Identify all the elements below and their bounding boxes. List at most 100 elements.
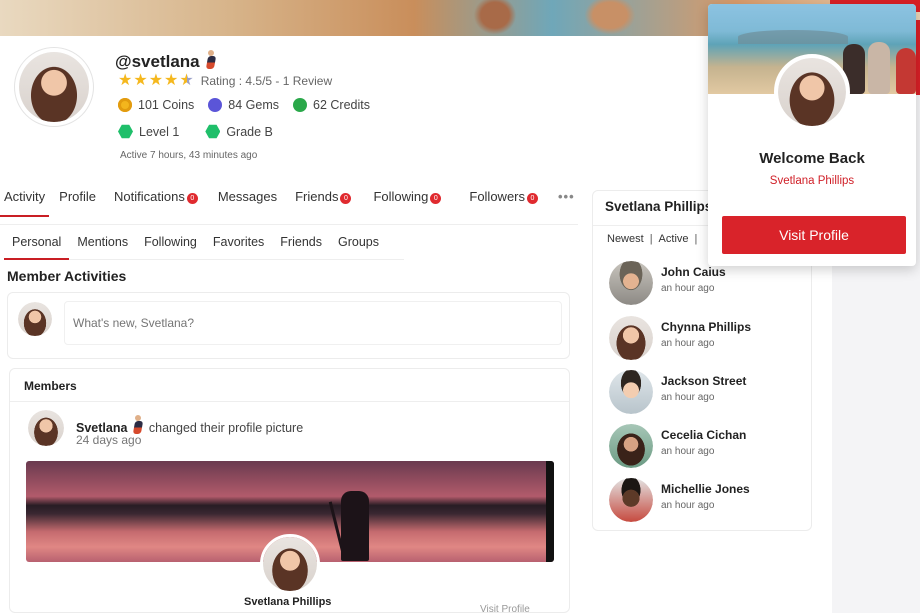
friend-name: Jackson Street: [661, 374, 747, 388]
golfer-emoji-icon: [131, 415, 145, 435]
whats-new-input[interactable]: [64, 301, 562, 345]
friend-avatar: [609, 261, 653, 305]
stat-coins: 101 Coins: [118, 98, 194, 112]
tab-following[interactable]: Following 0: [369, 187, 445, 217]
feed-card-visit-link[interactable]: Visit Profile: [480, 604, 530, 612]
stat-label: 84 Gems: [228, 98, 280, 112]
popup-user-name[interactable]: Svetlana Phillips: [708, 175, 916, 187]
avatar-image: [609, 316, 653, 360]
feed-card-avatar[interactable]: [260, 534, 320, 594]
last-active: Active 7 hours, 43 minutes ago: [120, 150, 258, 161]
feed-activity-text: Svetlana changed their profile picture: [76, 415, 303, 435]
more-tabs-icon[interactable]: •••: [554, 187, 579, 217]
cover-figure: [896, 48, 916, 94]
star-icon: ★: [164, 72, 179, 89]
tab-activity[interactable]: Activity: [0, 187, 50, 217]
filter-newest[interactable]: Newest: [607, 233, 644, 245]
profile-levels: Level 1 Grade B: [118, 124, 273, 139]
tab-notifications[interactable]: Notifications 0: [110, 187, 202, 217]
following-badge: 0: [430, 193, 442, 204]
grade-icon: [205, 124, 221, 139]
avatar-image: [609, 478, 653, 522]
profile-username: @svetlana: [115, 50, 218, 72]
followers-badge: 0: [527, 193, 538, 204]
popup-avatar: [774, 54, 850, 130]
star-icon: ★: [133, 72, 148, 89]
cover-figure: [868, 42, 890, 94]
photo-silhouette: [341, 491, 369, 561]
feed-action: changed their profile picture: [148, 421, 304, 435]
card-divider: [10, 401, 569, 402]
tab-friends[interactable]: Friends 0: [291, 187, 355, 217]
stat-credits: 62 Credits: [293, 98, 370, 112]
star-icon: ★: [148, 72, 164, 89]
subtab-mentions[interactable]: Mentions: [69, 225, 136, 260]
friend-time: an hour ago: [661, 338, 715, 349]
friend-time: an hour ago: [661, 392, 715, 403]
members-title: Members: [24, 379, 77, 393]
stat-label: 101 Coins: [138, 98, 195, 112]
friend-avatar: [609, 478, 653, 522]
tab-label: Following: [373, 189, 429, 204]
avatar-image: [28, 410, 64, 446]
feed-card-name: Svetlana Phillips: [244, 596, 332, 608]
subtab-personal[interactable]: Personal: [4, 225, 70, 260]
friend-avatar: [609, 424, 653, 468]
cover-island: [738, 30, 848, 44]
tab-label: Followers: [469, 189, 525, 204]
friend-item[interactable]: Chynna Phillips an hour ago: [609, 316, 799, 360]
filter-active[interactable]: Active: [659, 233, 689, 245]
profile-tabs: Activity Profile Notifications 0 Messages…: [0, 187, 590, 217]
credit-icon: [293, 98, 308, 112]
tab-label: Profile: [59, 189, 97, 204]
friend-name: John Caius: [661, 265, 726, 279]
cover-figure: [580, 0, 640, 38]
friend-item[interactable]: John Caius an hour ago: [609, 261, 799, 305]
tab-label: Activity: [4, 189, 46, 204]
composer-avatar: [18, 302, 52, 336]
tab-label: Notifications: [114, 189, 185, 204]
photo-edge: [546, 461, 554, 562]
rating-stars: ★ ★ ★ ★ ★ Rating : 4.5/5 - 1 Review: [118, 73, 332, 89]
activity-subtabs: Personal Mentions Following Favorites Fr…: [4, 225, 404, 260]
subtab-friends[interactable]: Friends: [272, 225, 330, 260]
feed-timestamp: 24 days ago: [76, 433, 142, 447]
subtab-favorites[interactable]: Favorites: [205, 225, 272, 260]
sidebar-filters: Newest | Active |: [607, 233, 697, 245]
avatar-image: [778, 58, 846, 126]
friends-badge: 0: [340, 193, 352, 204]
tab-followers[interactable]: Followers 0: [465, 187, 542, 217]
friend-item[interactable]: Cecelia Cichan an hour ago: [609, 424, 799, 468]
friend-time: an hour ago: [661, 283, 715, 294]
feed-avatar[interactable]: [28, 410, 64, 446]
friend-time: an hour ago: [661, 446, 715, 457]
profile-stats: 101 Coins 84 Gems 62 Credits: [118, 98, 370, 112]
cover-figure: [470, 0, 520, 38]
avatar-image: [19, 52, 89, 122]
members-feed-card: Members Svetlana changed their profile p…: [9, 368, 570, 613]
tab-label: Friends: [295, 189, 339, 204]
popup-title: Welcome Back: [759, 150, 865, 167]
level-text: Level 1: [139, 124, 180, 139]
avatar-image: [18, 302, 52, 336]
avatar-image: [263, 537, 317, 591]
subtab-following[interactable]: Following: [136, 225, 205, 260]
tab-profile[interactable]: Profile: [55, 187, 100, 217]
friend-name: Chynna Phillips: [661, 320, 752, 334]
level-icon: [118, 124, 133, 139]
username-text: @svetlana: [115, 52, 200, 71]
stat-label: 62 Credits: [313, 98, 370, 112]
section-title: Member Activities: [7, 268, 127, 284]
golfer-emoji-icon: [204, 50, 218, 70]
star-icon: ★: [118, 72, 133, 89]
friend-item[interactable]: Jackson Street an hour ago: [609, 370, 799, 414]
tab-messages[interactable]: Messages: [214, 187, 281, 217]
friend-time: an hour ago: [661, 500, 715, 511]
friend-avatar: [609, 316, 653, 360]
visit-profile-button[interactable]: Visit Profile: [722, 216, 906, 254]
profile-avatar[interactable]: [15, 48, 93, 126]
subtab-groups[interactable]: Groups: [330, 225, 387, 260]
friend-item[interactable]: Michellie Jones an hour ago: [609, 478, 799, 522]
sidebar-title: Svetlana Phillips: [605, 199, 713, 214]
half-star-icon: ★: [179, 72, 194, 89]
